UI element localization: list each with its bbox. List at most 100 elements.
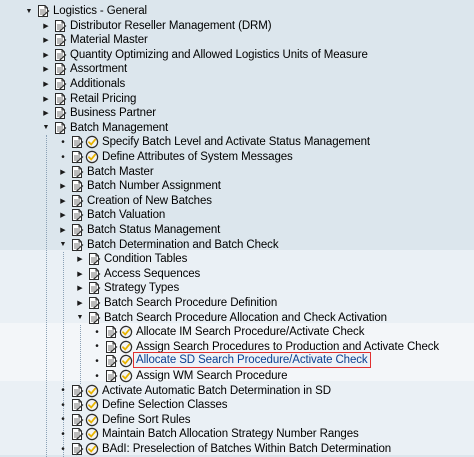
document-icon[interactable]	[53, 19, 67, 33]
tree-node-label[interactable]: Assortment	[70, 62, 127, 77]
tree-node[interactable]: ▶ Access Sequences	[0, 267, 474, 282]
collapse-toggle-icon[interactable]: ▶	[75, 254, 85, 264]
tree-node-label[interactable]: Define Attributes of System Messages	[102, 150, 293, 165]
document-icon[interactable]	[87, 311, 101, 325]
document-icon[interactable]	[53, 121, 67, 135]
tree-node[interactable]: • Allocate SD Search Procedure/Activate C…	[0, 352, 474, 369]
tree-node-label[interactable]: Batch Search Procedure Allocation and Ch…	[104, 311, 387, 326]
document-icon[interactable]	[70, 208, 84, 222]
tree-node-label[interactable]: Activate Automatic Batch Determination i…	[102, 384, 331, 399]
tree-node-label[interactable]: Quantity Optimizing and Allowed Logistic…	[70, 48, 368, 63]
expand-toggle-icon[interactable]: ▼	[41, 123, 51, 133]
tree-node[interactable]: ▶ Batch Valuation	[0, 208, 474, 223]
tree-node[interactable]: • Specify Batch Level and Activate Status…	[0, 135, 474, 150]
tree-node[interactable]: ▶ Batch Master	[0, 165, 474, 180]
tree-node[interactable]: ▶ Quantity Optimizing and Allowed Logisti…	[0, 48, 474, 63]
collapse-toggle-icon[interactable]: ▶	[58, 167, 68, 177]
tree-node[interactable]: • Allocate IM Search Procedure/Activate C…	[0, 325, 474, 340]
tree-node-label[interactable]: Assign WM Search Procedure	[136, 369, 288, 384]
expand-toggle-icon[interactable]: ▼	[24, 6, 34, 16]
tree-node[interactable]: ▶ Batch Status Management	[0, 223, 474, 238]
tree-node[interactable]: ▶ Batch Number Assignment	[0, 179, 474, 194]
collapse-toggle-icon[interactable]: ▶	[41, 64, 51, 74]
execute-check-icon[interactable]	[85, 398, 99, 412]
execute-check-icon[interactable]	[119, 354, 133, 368]
document-icon[interactable]	[53, 48, 67, 62]
tree-node[interactable]: ▶ Creation of New Batches	[0, 194, 474, 209]
tree-node-label[interactable]: BAdI: Preselection of Batches Within Bat…	[102, 442, 391, 457]
tree-node[interactable]: ▼ Batch Management	[0, 121, 474, 136]
tree-node-label[interactable]: Define Selection Classes	[102, 398, 228, 413]
collapse-toggle-icon[interactable]: ▶	[58, 225, 68, 235]
tree-node[interactable]: ▶ Business Partner	[0, 106, 474, 121]
tree-node-label[interactable]: Specify Batch Level and Activate Status …	[102, 135, 370, 150]
tree-node[interactable]: • Define Sort Rules	[0, 413, 474, 428]
document-icon[interactable]	[87, 281, 101, 295]
collapse-toggle-icon[interactable]: ▶	[41, 79, 51, 89]
tree-node-label[interactable]: Batch Management	[70, 121, 168, 136]
document-icon[interactable]	[36, 4, 50, 18]
tree-node[interactable]: ▶ Material Master	[0, 33, 474, 48]
document-icon[interactable]	[70, 398, 84, 412]
tree-node[interactable]: ▶ Retail Pricing	[0, 92, 474, 107]
document-icon[interactable]	[104, 325, 118, 339]
document-icon[interactable]	[53, 92, 67, 106]
tree-node-label[interactable]: Assign Search Procedures to Production a…	[136, 340, 439, 355]
execute-check-icon[interactable]	[85, 384, 99, 398]
execute-check-icon[interactable]	[85, 442, 99, 456]
document-icon[interactable]	[53, 106, 67, 120]
document-icon[interactable]	[70, 194, 84, 208]
document-icon[interactable]	[70, 165, 84, 179]
document-icon[interactable]	[87, 267, 101, 281]
collapse-toggle-icon[interactable]: ▶	[41, 21, 51, 31]
collapse-toggle-icon[interactable]: ▶	[58, 181, 68, 191]
document-icon[interactable]	[70, 135, 84, 149]
document-icon[interactable]	[104, 340, 118, 354]
tree-node-label[interactable]: Batch Search Procedure Definition	[104, 296, 277, 311]
tree-node[interactable]: • Assign WM Search Procedure	[0, 369, 474, 384]
tree-node[interactable]: • Assign Search Procedures to Production …	[0, 340, 474, 355]
collapse-toggle-icon[interactable]: ▶	[41, 35, 51, 45]
tree-node[interactable]: ▶ Additionals	[0, 77, 474, 92]
tree-node-label[interactable]: Distributor Reseller Management (DRM)	[70, 19, 272, 34]
tree-node-label[interactable]: Batch Master	[87, 165, 154, 180]
document-icon[interactable]	[70, 223, 84, 237]
tree-node-label[interactable]: Material Master	[70, 33, 148, 48]
document-icon[interactable]	[87, 296, 101, 310]
execute-check-icon[interactable]	[119, 340, 133, 354]
tree-node-label[interactable]: Batch Valuation	[87, 208, 165, 223]
collapse-toggle-icon[interactable]: ▶	[75, 298, 85, 308]
tree-node[interactable]: ▶ Strategy Types	[0, 281, 474, 296]
collapse-toggle-icon[interactable]: ▶	[41, 94, 51, 104]
collapse-toggle-icon[interactable]: ▶	[41, 50, 51, 60]
tree-node[interactable]: • Maintain Batch Allocation Strategy Numb…	[0, 427, 474, 442]
selected-tree-node-label[interactable]: Allocate SD Search Procedure/Activate Ch…	[133, 352, 371, 369]
expand-toggle-icon[interactable]: ▼	[75, 313, 85, 323]
collapse-toggle-icon[interactable]: ▶	[58, 210, 68, 220]
tree-node[interactable]: ▶ Condition Tables	[0, 252, 474, 267]
document-icon[interactable]	[53, 77, 67, 91]
document-icon[interactable]	[104, 369, 118, 383]
document-icon[interactable]	[53, 33, 67, 47]
tree-node-label[interactable]: Logistics - General	[53, 4, 147, 19]
tree-node-label[interactable]: Retail Pricing	[70, 92, 136, 107]
collapse-toggle-icon[interactable]: ▶	[75, 269, 85, 279]
collapse-toggle-icon[interactable]: ▶	[41, 108, 51, 118]
document-icon[interactable]	[70, 179, 84, 193]
document-icon[interactable]	[70, 427, 84, 441]
tree-node-label[interactable]: Additionals	[70, 77, 125, 92]
tree-node-label[interactable]: Condition Tables	[104, 252, 187, 267]
document-icon[interactable]	[70, 150, 84, 164]
tree-node[interactable]: ▶ Assortment	[0, 62, 474, 77]
document-icon[interactable]	[104, 354, 118, 368]
tree-node[interactable]: ▼ Batch Determination and Batch Check	[0, 238, 474, 253]
document-icon[interactable]	[70, 413, 84, 427]
tree-node[interactable]: • Define Attributes of System Messages	[0, 150, 474, 165]
document-icon[interactable]	[70, 238, 84, 252]
tree-node[interactable]: • Activate Automatic Batch Determination …	[0, 384, 474, 399]
tree-node-label[interactable]: Strategy Types	[104, 281, 179, 296]
expand-toggle-icon[interactable]: ▼	[58, 240, 68, 250]
document-icon[interactable]	[53, 62, 67, 76]
collapse-toggle-icon[interactable]: ▶	[58, 196, 68, 206]
execute-check-icon[interactable]	[119, 369, 133, 383]
